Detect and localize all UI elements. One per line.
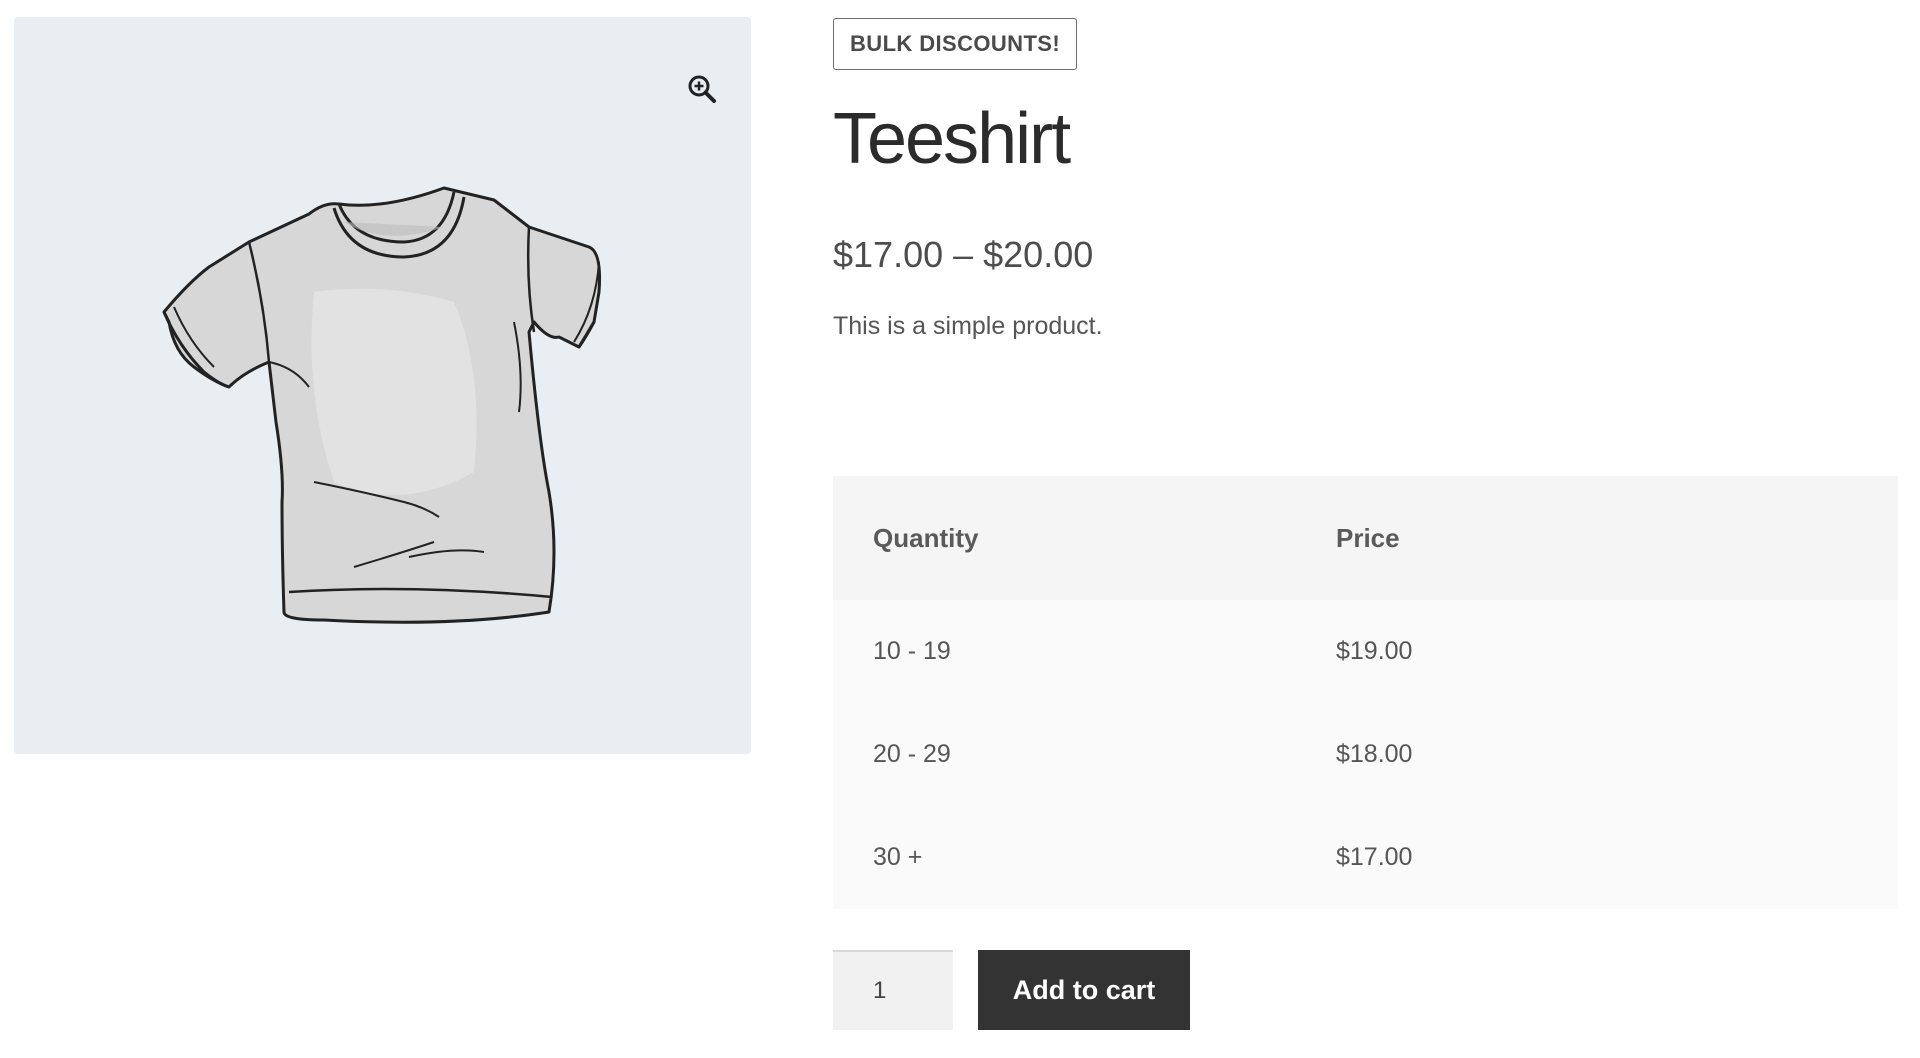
product-description: This is a simple product. — [833, 312, 1103, 340]
quantity-column-header: Quantity — [873, 522, 979, 553]
table-row: 20 - 29 $18.00 — [833, 703, 1898, 806]
product-page: BULK DISCOUNTS! Teeshirt $17.00 – $20.00… — [0, 0, 1920, 1058]
add-to-cart-button[interactable]: Add to cart — [978, 950, 1190, 1030]
product-price: $17.00 – $20.00 — [833, 234, 1094, 275]
tshirt-illustration — [162, 186, 601, 624]
price-cell: $19.00 — [1336, 637, 1413, 665]
price-cell: $18.00 — [1336, 740, 1413, 768]
table-row: 10 - 19 $19.00 — [833, 600, 1898, 703]
product-gallery[interactable] — [14, 17, 751, 754]
quantity-input[interactable] — [833, 950, 953, 1030]
product-title: Teeshirt — [833, 99, 1071, 179]
price-column-header: Price — [1336, 522, 1400, 553]
table-header-row: Quantity Price — [833, 476, 1898, 600]
quantity-cell: 10 - 19 — [873, 637, 951, 665]
price-cell: $17.00 — [1336, 843, 1413, 871]
zoom-in-icon — [688, 75, 716, 103]
bulk-pricing-table: Quantity Price 10 - 19 $19.00 20 - 29 $1… — [833, 476, 1898, 909]
bulk-discounts-badge: BULK DISCOUNTS! — [833, 18, 1078, 70]
quantity-cell: 30 + — [873, 843, 923, 871]
zoom-button[interactable] — [682, 69, 722, 109]
table-row: 30 + $17.00 — [833, 806, 1898, 909]
quantity-cell: 20 - 29 — [873, 740, 951, 768]
